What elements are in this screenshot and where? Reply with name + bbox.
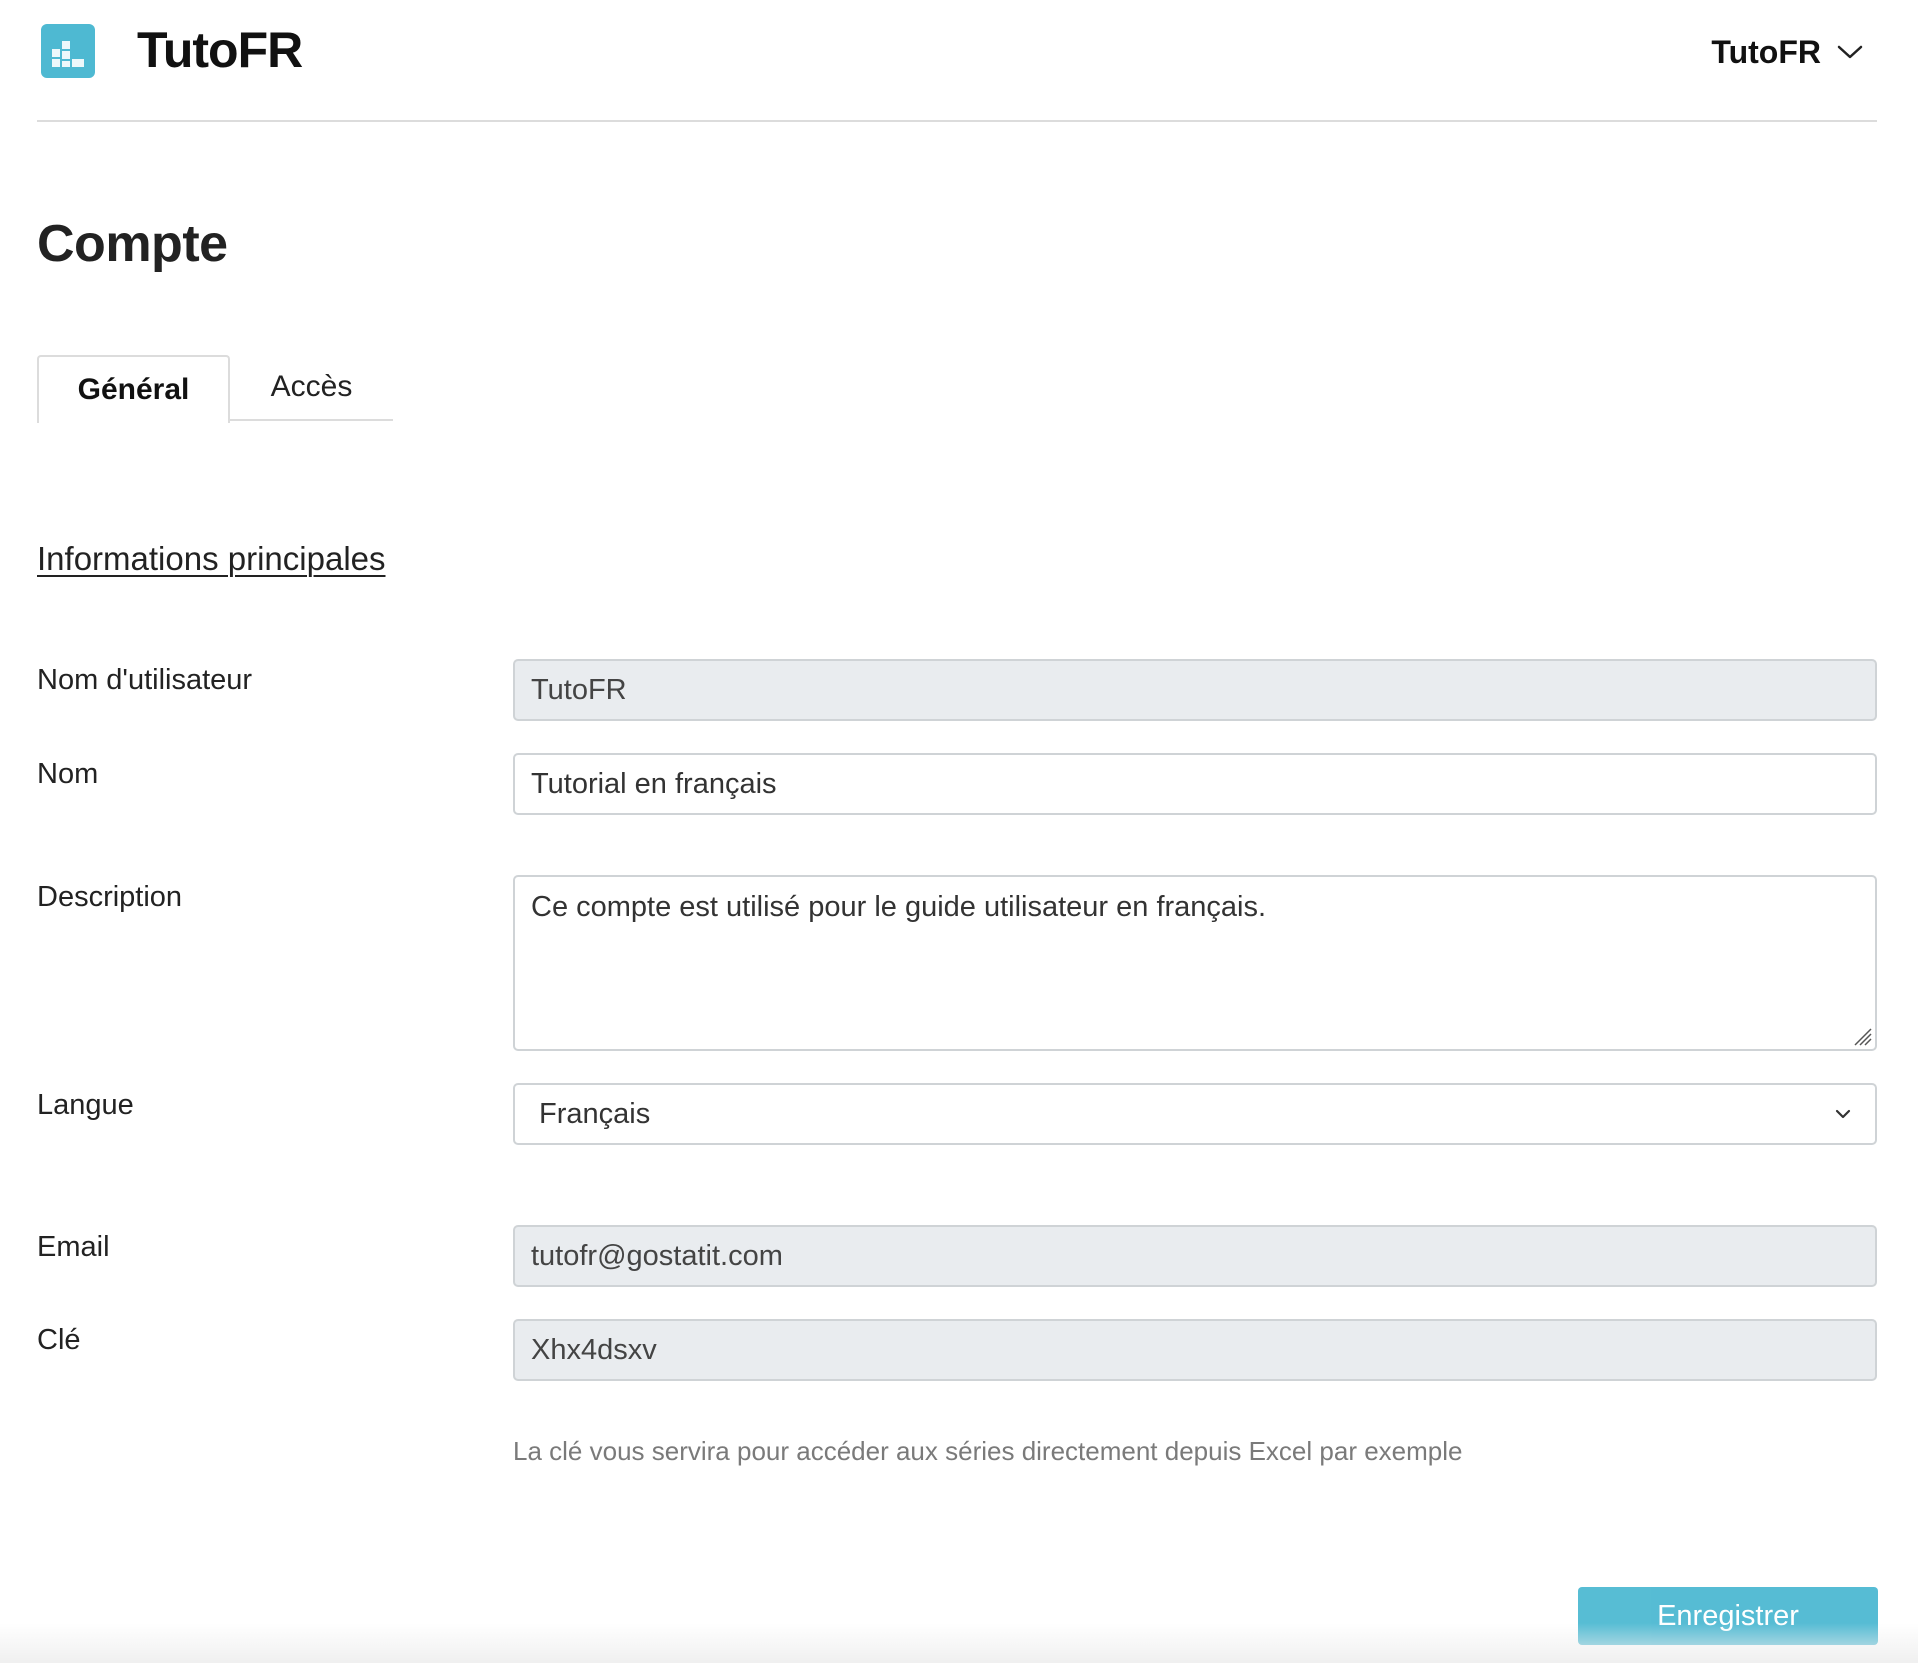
language-selected-value: Français [539,1097,651,1130]
username-value: TutoFR [531,673,627,706]
username-label: Nom d'utilisateur [37,664,253,696]
name-label: Nom [37,758,99,790]
key-field[interactable]: Xhx4dsxv [513,1319,1877,1381]
user-menu[interactable]: TutoFR [1711,30,1863,74]
account-tabs: Général Accès [37,355,393,423]
resize-grip-icon[interactable] [1849,1023,1873,1047]
username-field[interactable]: TutoFR [513,659,1877,721]
key-help-text: La clé vous servira pour accéder aux sér… [513,1436,1463,1466]
email-label: Email [37,1231,110,1263]
user-menu-label: TutoFR [1711,33,1821,70]
page-title: Compte [37,215,228,273]
language-select[interactable]: Français [513,1083,1877,1145]
select-chevron-down-icon [1835,1109,1851,1119]
save-button[interactable]: Enregistrer [1578,1587,1878,1645]
email-value: tutofr@gostatit.com [531,1239,783,1272]
account-page: TutoFR TutoFR Compte Général Accès Infor… [37,0,1878,1663]
name-value: Tutorial en français [531,767,777,800]
description-textarea[interactable]: Ce compte est utilisé pour le guide util… [513,875,1877,1051]
brand-name[interactable]: TutoFR [137,20,303,80]
chevron-down-icon [1837,44,1863,60]
key-label: Clé [37,1324,81,1356]
key-value: Xhx4dsxv [531,1333,657,1366]
name-field[interactable]: Tutorial en français [513,753,1877,815]
description-value: Ce compte est utilisé pour le guide util… [531,891,1267,923]
email-field[interactable]: tutofr@gostatit.com [513,1225,1877,1287]
description-label: Description [37,881,183,913]
bar-chart-logo-icon[interactable] [41,24,95,78]
section-title: Informations principales [37,540,386,577]
tab-general[interactable]: Général [37,355,230,423]
top-header: TutoFR TutoFR [37,0,1877,122]
tab-acces[interactable]: Accès [230,355,393,421]
language-label: Langue [37,1089,134,1121]
